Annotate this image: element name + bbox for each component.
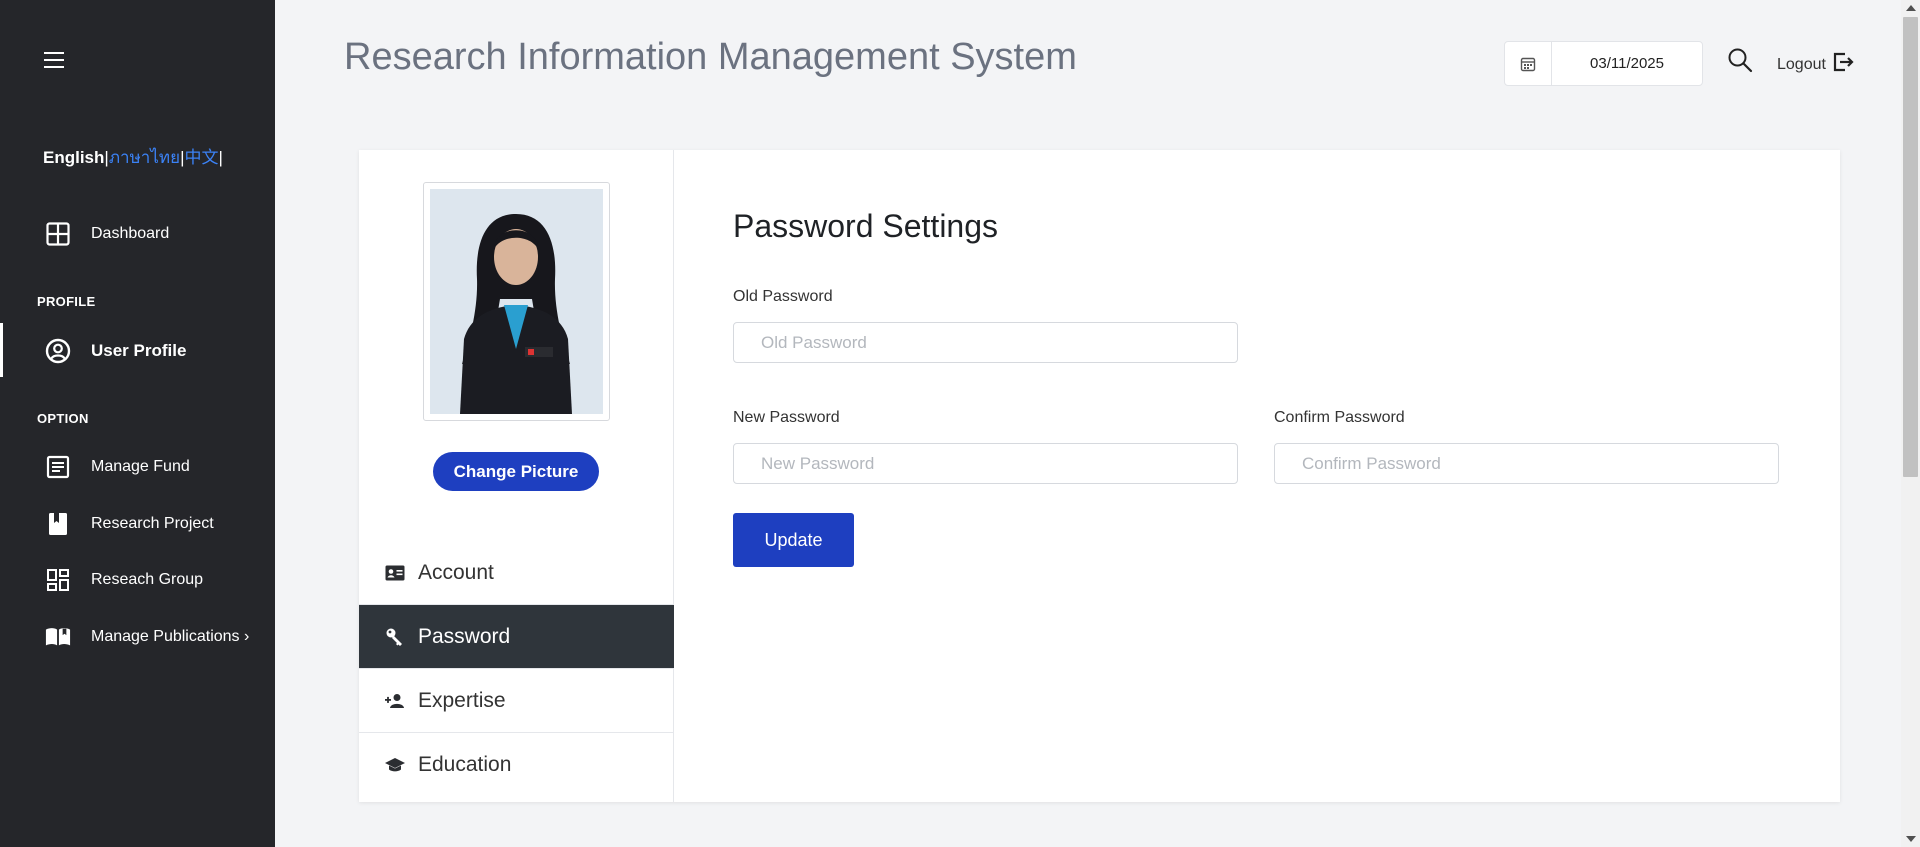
- old-password-label: Old Password: [733, 288, 833, 305]
- new-password-field[interactable]: [733, 443, 1238, 484]
- new-password-label: New Password: [733, 409, 840, 426]
- document-list-icon: [45, 454, 71, 480]
- person-add-icon: [385, 691, 405, 711]
- menu-toggle-icon[interactable]: [44, 52, 64, 68]
- scroll-thumb[interactable]: [1903, 17, 1918, 477]
- change-picture-button[interactable]: Change Picture: [433, 452, 599, 491]
- sidebar-item-user-profile[interactable]: User Profile: [0, 323, 275, 377]
- profile-sidebar: Change Picture Account Password Expertis…: [359, 150, 674, 802]
- tab-label: Account: [418, 560, 494, 584]
- bookmark-book-icon: [45, 511, 71, 537]
- logout-icon: [1832, 51, 1854, 78]
- sidebar-item-research-project[interactable]: Research Project: [0, 504, 275, 544]
- graduation-cap-icon: [385, 755, 405, 775]
- calendar-icon[interactable]: [1505, 42, 1552, 85]
- lang-chinese[interactable]: 中文: [184, 148, 218, 167]
- sidebar-item-manage-fund[interactable]: Manage Fund: [0, 447, 275, 487]
- date-picker[interactable]: 03/11/2025: [1504, 41, 1703, 86]
- page-scrollbar[interactable]: [1901, 0, 1920, 847]
- tab-label: Education: [418, 753, 512, 776]
- form-title: Password Settings: [733, 208, 999, 244]
- avatar: [423, 182, 610, 421]
- confirm-password-label: Confirm Password: [1274, 409, 1405, 426]
- sidebar-item-label: Research Project: [91, 515, 214, 532]
- page-title: Research Information Management System: [344, 36, 1077, 78]
- key-icon: [385, 627, 405, 647]
- dashboard-grid-icon: [45, 567, 71, 593]
- user-circle-icon: [45, 338, 71, 364]
- date-value[interactable]: 03/11/2025: [1552, 42, 1702, 85]
- sidebar-item-research-group[interactable]: Reseach Group: [0, 560, 275, 600]
- lang-english[interactable]: English: [43, 148, 104, 167]
- open-book-icon: [45, 624, 71, 650]
- tab-label: Expertise: [418, 688, 506, 712]
- tab-label: Password: [418, 624, 511, 648]
- logout-label: Logout: [1777, 55, 1826, 73]
- id-card-icon: [385, 563, 405, 583]
- confirm-password-field[interactable]: [1274, 443, 1779, 484]
- tab-account[interactable]: Account: [359, 541, 674, 605]
- language-switcher: English|ภาษาไทย|中文|: [43, 143, 223, 171]
- sidebar-item-label: Manage Fund: [91, 458, 190, 475]
- chevron-right-icon: ›: [244, 628, 250, 645]
- search-icon[interactable]: [1727, 47, 1753, 73]
- lang-separator: |: [218, 148, 223, 167]
- section-header-option: OPTION: [37, 411, 89, 426]
- dashboard-grid-icon: [45, 221, 71, 247]
- profile-card: Change Picture Account Password Expertis…: [359, 150, 1840, 802]
- lang-thai[interactable]: ภาษาไทย: [109, 148, 180, 167]
- logout-button[interactable]: Logout: [1777, 51, 1854, 78]
- sidebar-item-dashboard[interactable]: Dashboard: [0, 214, 275, 254]
- sidebar-item-label: User Profile: [91, 341, 187, 360]
- update-button[interactable]: Update: [733, 513, 854, 567]
- old-password-field[interactable]: [733, 322, 1238, 363]
- scroll-down-arrow-icon[interactable]: [1906, 836, 1916, 842]
- profile-photo: [430, 189, 603, 414]
- sidebar-item-label: Dashboard: [91, 225, 170, 242]
- tab-education[interactable]: Education: [359, 733, 674, 797]
- sidebar: English|ภาษาไทย|中文| Dashboard PROFILE Us…: [0, 0, 275, 847]
- sidebar-item-label: Manage Publications ›: [91, 628, 250, 645]
- sidebar-item-label: Reseach Group: [91, 571, 204, 588]
- scroll-up-arrow-icon[interactable]: [1906, 5, 1916, 11]
- section-header-profile: PROFILE: [37, 294, 96, 309]
- tab-expertise[interactable]: Expertise: [359, 669, 674, 733]
- sidebar-item-manage-publications[interactable]: Manage Publications ›: [0, 617, 275, 657]
- tab-password[interactable]: Password: [359, 605, 674, 669]
